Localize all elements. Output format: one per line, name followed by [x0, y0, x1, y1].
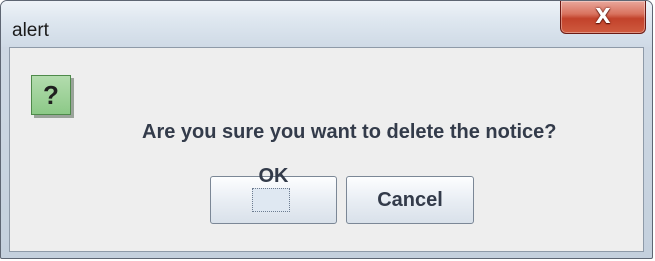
- ok-button[interactable]: OK: [210, 165, 337, 224]
- dialog-content: ? Are you sure you want to delete the no…: [9, 47, 644, 252]
- close-icon: X: [595, 4, 611, 28]
- question-mark-glyph: ?: [43, 80, 59, 110]
- close-button[interactable]: X: [560, 1, 646, 34]
- question-icon: ?: [31, 75, 71, 115]
- cancel-button-label: Cancel: [377, 189, 443, 211]
- alert-dialog-window: alert X ? Are you sure you want to delet…: [0, 0, 653, 259]
- confirmation-message: Are you sure you want to delete the noti…: [142, 121, 557, 143]
- title-bar[interactable]: alert X: [1, 1, 652, 47]
- ok-button-label: OK: [258, 165, 289, 187]
- window-title: alert: [12, 20, 49, 41]
- cancel-button[interactable]: Cancel: [346, 176, 474, 224]
